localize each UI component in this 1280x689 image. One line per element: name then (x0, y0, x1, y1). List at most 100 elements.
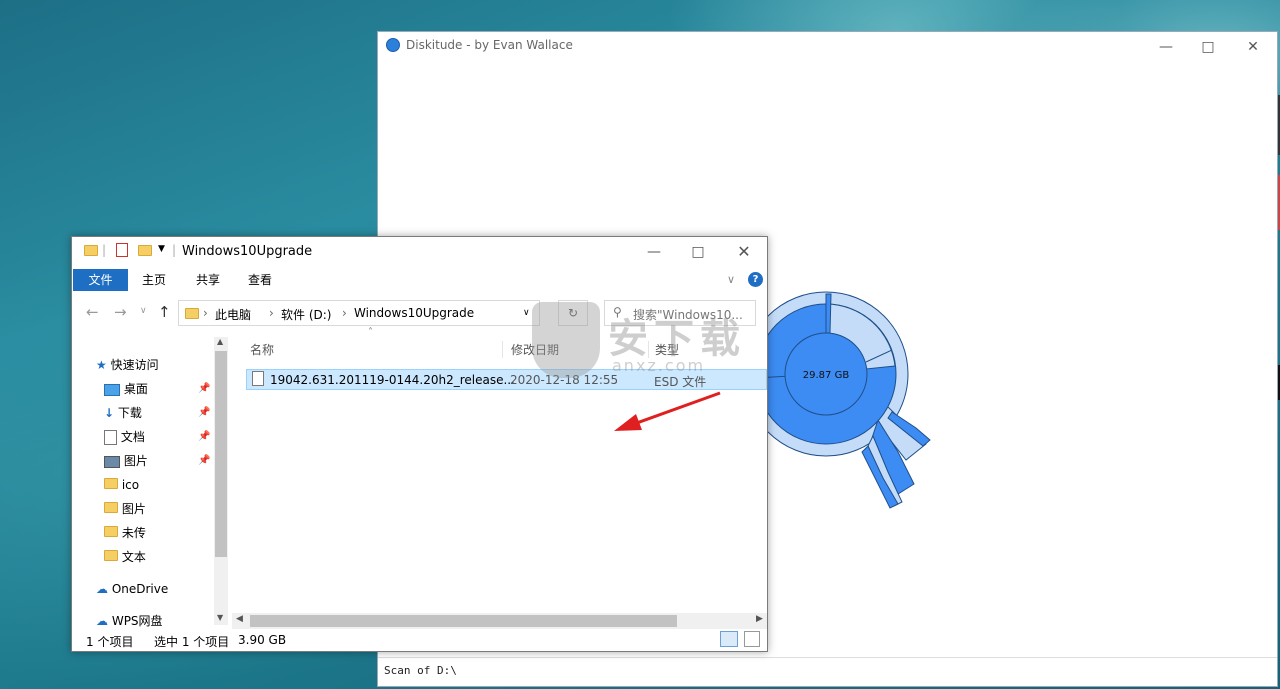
sunburst-center-label: 29.87 GB (803, 370, 850, 381)
nav-label: 文本 (121, 550, 146, 564)
tab-view[interactable]: 查看 (240, 269, 280, 291)
pin-icon[interactable]: 📌 (198, 431, 210, 442)
folder-icon (104, 502, 118, 513)
file-icon (252, 371, 264, 386)
explorer-title: Windows10Upgrade (182, 244, 313, 259)
close-button[interactable]: ✕ (1231, 34, 1275, 60)
navigation-pane: ★ 快速访问 桌面 📌 ↓ 下载 📌 文档 📌 图片 📌 ico 图片 未传 文… (72, 333, 230, 633)
breadcrumb-drive[interactable]: 软件 (D:) (281, 306, 331, 323)
sort-ascending-icon: ˄ (368, 327, 373, 338)
shield-icon (532, 302, 600, 378)
expand-ribbon-icon[interactable]: ∨ (727, 273, 735, 286)
disk-usage-sunburst[interactable]: 29.87 GB (738, 262, 938, 512)
folder-icon (104, 550, 118, 561)
item-count: 1 个项目 (86, 635, 134, 649)
document-icon (104, 430, 117, 445)
quick-access-label: 快速访问 (110, 358, 159, 372)
back-icon[interactable]: ← (86, 303, 99, 321)
nav-item-ico[interactable]: ico (104, 475, 139, 495)
nav-item-desktop[interactable]: 桌面 (104, 379, 148, 399)
chevron-right-icon: › (269, 306, 274, 320)
window-title: Diskitude - by Evan Wallace (406, 38, 573, 52)
minimize-button[interactable]: — (632, 239, 676, 265)
details-view-icon[interactable] (720, 631, 738, 647)
recent-locations-icon[interactable]: ∨ (140, 306, 147, 316)
folder-icon (185, 308, 199, 319)
nav-label: WPS网盘 (111, 614, 163, 628)
customize-toolbar-icon[interactable]: ▼ (158, 244, 165, 254)
breadcrumb-this-pc[interactable]: 此电脑 (215, 306, 251, 323)
folder-icon (104, 478, 118, 489)
ribbon-tabs: 文件 主页 共享 查看 ∨ ? (72, 267, 767, 291)
chevron-down-icon[interactable]: ∨ (523, 308, 530, 318)
nav-label: 图片 (123, 454, 148, 468)
nav-item-onedrive[interactable]: ☁ OneDrive (96, 579, 168, 599)
scroll-down-icon[interactable]: ▼ (217, 613, 223, 622)
horizontal-scrollbar-thumb[interactable] (250, 615, 677, 627)
nav-item-pictures[interactable]: 图片 (104, 451, 148, 471)
sunburst-segment[interactable] (825, 293, 832, 334)
explorer-window: | ▼ | Windows10Upgrade — □ ✕ 文件 主页 共享 查看… (71, 236, 768, 652)
maximize-button[interactable]: □ (676, 239, 720, 265)
scan-status: Scan of D:\ (384, 664, 457, 677)
separator: | (102, 243, 107, 257)
desktop-icon (104, 383, 120, 396)
nav-scrollbar-thumb[interactable] (215, 351, 227, 557)
pin-icon[interactable]: 📌 (198, 383, 210, 394)
nav-item-text[interactable]: 文本 (104, 547, 146, 567)
folder-icon (104, 526, 118, 537)
diskitude-logo-icon (386, 38, 400, 52)
properties-icon[interactable] (116, 243, 128, 257)
diskitude-titlebar[interactable]: Diskitude - by Evan Wallace — □ ✕ (378, 32, 1277, 62)
nav-item-untransferred[interactable]: 未传 (104, 523, 146, 543)
nav-label: 文档 (120, 430, 145, 444)
pictures-icon (104, 455, 120, 468)
nav-item-documents[interactable]: 文档 (104, 427, 145, 447)
scroll-right-icon[interactable]: ▶ (756, 614, 763, 624)
chevron-right-icon: › (342, 306, 347, 320)
nav-label: ico (121, 478, 140, 492)
nav-item-wps[interactable]: ☁ WPS网盘 (96, 611, 163, 631)
minimize-button[interactable]: — (1144, 34, 1188, 60)
pin-icon[interactable]: 📌 (198, 455, 210, 466)
file-name[interactable]: 19042.631.201119-0144.20h2_release... (270, 373, 515, 387)
nav-label: 未传 (121, 526, 146, 540)
watermark-subtext: anxz.com (612, 356, 706, 375)
status-bar: 1 个项目 选中 1 个项目 3.90 GB (72, 631, 767, 651)
nav-label: 图片 (121, 502, 146, 516)
breadcrumb-folder[interactable]: Windows10Upgrade (354, 306, 474, 320)
selected-count: 选中 1 个项目 (154, 635, 230, 649)
scroll-up-icon[interactable]: ▲ (217, 337, 223, 346)
explorer-titlebar[interactable]: | ▼ | Windows10Upgrade — □ ✕ (72, 237, 767, 267)
new-folder-icon[interactable] (138, 245, 152, 256)
help-icon[interactable]: ? (748, 272, 763, 287)
nav-label: 桌面 (123, 382, 148, 396)
forward-icon[interactable]: → (114, 303, 127, 321)
download-icon: ↓ (104, 406, 115, 420)
status-divider (378, 657, 1277, 658)
nav-item-downloads[interactable]: ↓ 下载 (104, 403, 142, 423)
column-header-name[interactable]: 名称 (250, 341, 274, 358)
folder-icon (84, 245, 98, 256)
cloud-icon: ☁ (96, 582, 108, 596)
large-icons-view-icon[interactable] (744, 631, 760, 647)
nav-label: OneDrive (111, 582, 169, 596)
separator: | (172, 243, 177, 257)
scroll-left-icon[interactable]: ◀ (236, 614, 243, 624)
nav-label: 下载 (117, 406, 142, 420)
quick-access[interactable]: ★ 快速访问 (96, 355, 159, 375)
watermark-logo: 安下载 anxz.com (532, 300, 752, 390)
up-icon[interactable]: ↑ (158, 303, 171, 321)
tab-file[interactable]: 文件 (73, 269, 128, 291)
tab-home[interactable]: 主页 (134, 269, 174, 291)
tab-share[interactable]: 共享 (188, 269, 228, 291)
maximize-button[interactable]: □ (1186, 34, 1230, 60)
horizontal-scrollbar[interactable]: ◀ ▶ (232, 613, 767, 629)
selected-size: 3.90 GB (238, 633, 287, 647)
close-button[interactable]: ✕ (722, 239, 766, 265)
nav-item-pictures-folder[interactable]: 图片 (104, 499, 146, 519)
cloud-icon: ☁ (96, 614, 108, 628)
chevron-right-icon: › (203, 306, 208, 320)
pin-icon[interactable]: 📌 (198, 407, 210, 418)
address-bar[interactable]: › 此电脑 › 软件 (D:) › Windows10Upgrade ∨ (178, 300, 540, 326)
